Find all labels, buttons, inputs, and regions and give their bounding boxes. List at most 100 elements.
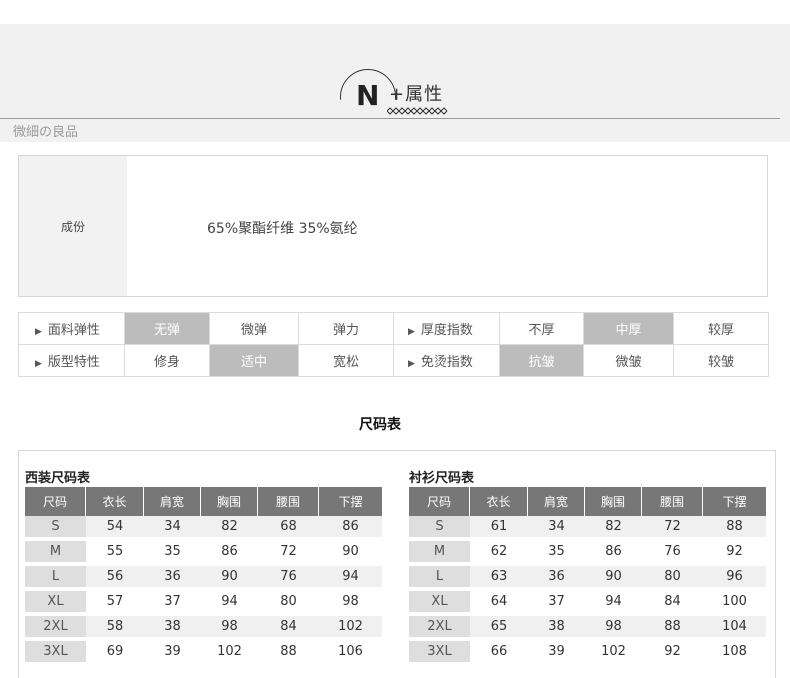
property-option: 无弹	[124, 312, 210, 345]
table-row: 2XL 58 38 98 84 102	[25, 616, 382, 641]
table-row: 3XL 69 39 102 88 106	[25, 641, 382, 666]
table-cell: 90	[201, 566, 258, 591]
table-cell: 108	[703, 641, 766, 666]
table-cell: 69	[86, 641, 144, 666]
zigzag-ornament	[387, 107, 448, 115]
table-cell: 58	[86, 616, 144, 641]
table-cell: 94	[585, 591, 642, 616]
table-cell: 34	[144, 516, 201, 541]
size-cell: L	[409, 566, 470, 591]
column-header: 胸围	[585, 487, 642, 516]
composition-box: 成份 65%聚酯纤维 35%氨纶	[18, 155, 768, 297]
table-cell: 84	[258, 616, 319, 641]
shirt-size-table: 衬衫尺码表 尺码 衣长 肩宽 胸围 腰围 下摆 S 61 34 82 72 88	[409, 470, 766, 666]
table-row: 2XL 65 38 98 88 104	[409, 616, 766, 641]
table-cell: 94	[201, 591, 258, 616]
suit-table-title: 西装尺码表	[25, 471, 91, 486]
size-cell: S	[25, 516, 86, 541]
column-header: 下摆	[703, 487, 766, 516]
table-cell: 56	[86, 566, 144, 591]
table-cell: 106	[319, 641, 382, 666]
property-option: 较厚	[673, 312, 769, 345]
table-cell: 90	[585, 566, 642, 591]
table-cell: 98	[201, 616, 258, 641]
size-cell: M	[25, 541, 86, 566]
column-header: 尺码	[409, 487, 470, 516]
table-cell: 37	[144, 591, 201, 616]
table-cell: 39	[144, 641, 201, 666]
table-cell: 64	[470, 591, 528, 616]
table-row: M 55 35 86 72 90	[25, 541, 382, 566]
triangle-right-icon: ▶	[35, 359, 42, 369]
table-row: S 54 34 82 68 86	[25, 516, 382, 541]
column-header: 尺码	[25, 487, 86, 516]
property-label: ▶ 面料弹性	[18, 312, 125, 345]
table-row: L 56 36 90 76 94	[25, 566, 382, 591]
table-cell: 36	[144, 566, 201, 591]
table-cell: 86	[585, 541, 642, 566]
size-cell: L	[25, 566, 86, 591]
property-option: 修身	[124, 344, 210, 377]
table-cell: 38	[144, 616, 201, 641]
table-cell: 72	[642, 516, 703, 541]
table-cell: 104	[703, 616, 766, 641]
property-label: ▶ 厚度指数	[393, 312, 500, 345]
property-option: 弹力	[298, 312, 394, 345]
size-cell: XL	[409, 591, 470, 616]
table-cell: 66	[470, 641, 528, 666]
table-cell: 94	[319, 566, 382, 591]
table-cell: 62	[470, 541, 528, 566]
column-header: 胸围	[201, 487, 258, 516]
size-cell: S	[409, 516, 470, 541]
table-cell: 35	[528, 541, 585, 566]
table-cell: 72	[258, 541, 319, 566]
table-cell: 82	[201, 516, 258, 541]
table-cell: 92	[703, 541, 766, 566]
table-cell: 102	[201, 641, 258, 666]
property-option: 适中	[209, 344, 299, 377]
properties-table: ▶ 面料弹性 无弹 微弹 弹力 ▶ 厚度指数 不厚 中厚 较厚 ▶ 版型特性 修身 适…	[18, 312, 769, 377]
table-cell: 98	[585, 616, 642, 641]
header-band	[0, 24, 790, 142]
shirt-table-title: 衬衫尺码表	[409, 471, 475, 486]
table-cell: 55	[86, 541, 144, 566]
property-option: 抗皱	[499, 344, 584, 377]
table-row: S 61 34 82 72 88	[409, 516, 766, 541]
table-cell: 88	[703, 516, 766, 541]
property-option: 微皱	[583, 344, 674, 377]
table-cell: 76	[258, 566, 319, 591]
table-cell: 54	[86, 516, 144, 541]
table-cell: 86	[201, 541, 258, 566]
size-cell: 2XL	[25, 616, 86, 641]
table-cell: 80	[258, 591, 319, 616]
brand-name: 微細の良品	[13, 125, 79, 140]
table-cell: 100	[703, 591, 766, 616]
table-row: 3XL 66 39 102 92 108	[409, 641, 766, 666]
table-row: L 63 36 90 80 96	[409, 566, 766, 591]
table-cell: 80	[642, 566, 703, 591]
table-cell: 82	[585, 516, 642, 541]
table-cell: 57	[86, 591, 144, 616]
table-row: XL 57 37 94 80 98	[25, 591, 382, 616]
table-cell: 65	[470, 616, 528, 641]
table-cell: 88	[642, 616, 703, 641]
size-cell: 2XL	[409, 616, 470, 641]
size-cell: M	[409, 541, 470, 566]
table-cell: 86	[319, 516, 382, 541]
table-cell: 102	[585, 641, 642, 666]
property-label: ▶ 免烫指数	[393, 344, 500, 377]
table-cell: 84	[642, 591, 703, 616]
table-cell: 61	[470, 516, 528, 541]
table-cell: 39	[528, 641, 585, 666]
size-cell: 3XL	[409, 641, 470, 666]
table-cell: 90	[319, 541, 382, 566]
triangle-right-icon: ▶	[408, 359, 415, 369]
property-row: ▶ 版型特性 修身 适中 宽松 ▶ 免烫指数 抗皱 微皱 较皱	[18, 344, 769, 377]
table-row: XL 64 37 94 84 100	[409, 591, 766, 616]
property-option: 中厚	[583, 312, 674, 345]
table-cell: 76	[642, 541, 703, 566]
triangle-right-icon: ▶	[35, 327, 42, 337]
column-header: 肩宽	[528, 487, 585, 516]
table-cell: 36	[528, 566, 585, 591]
table-cell: 102	[319, 616, 382, 641]
